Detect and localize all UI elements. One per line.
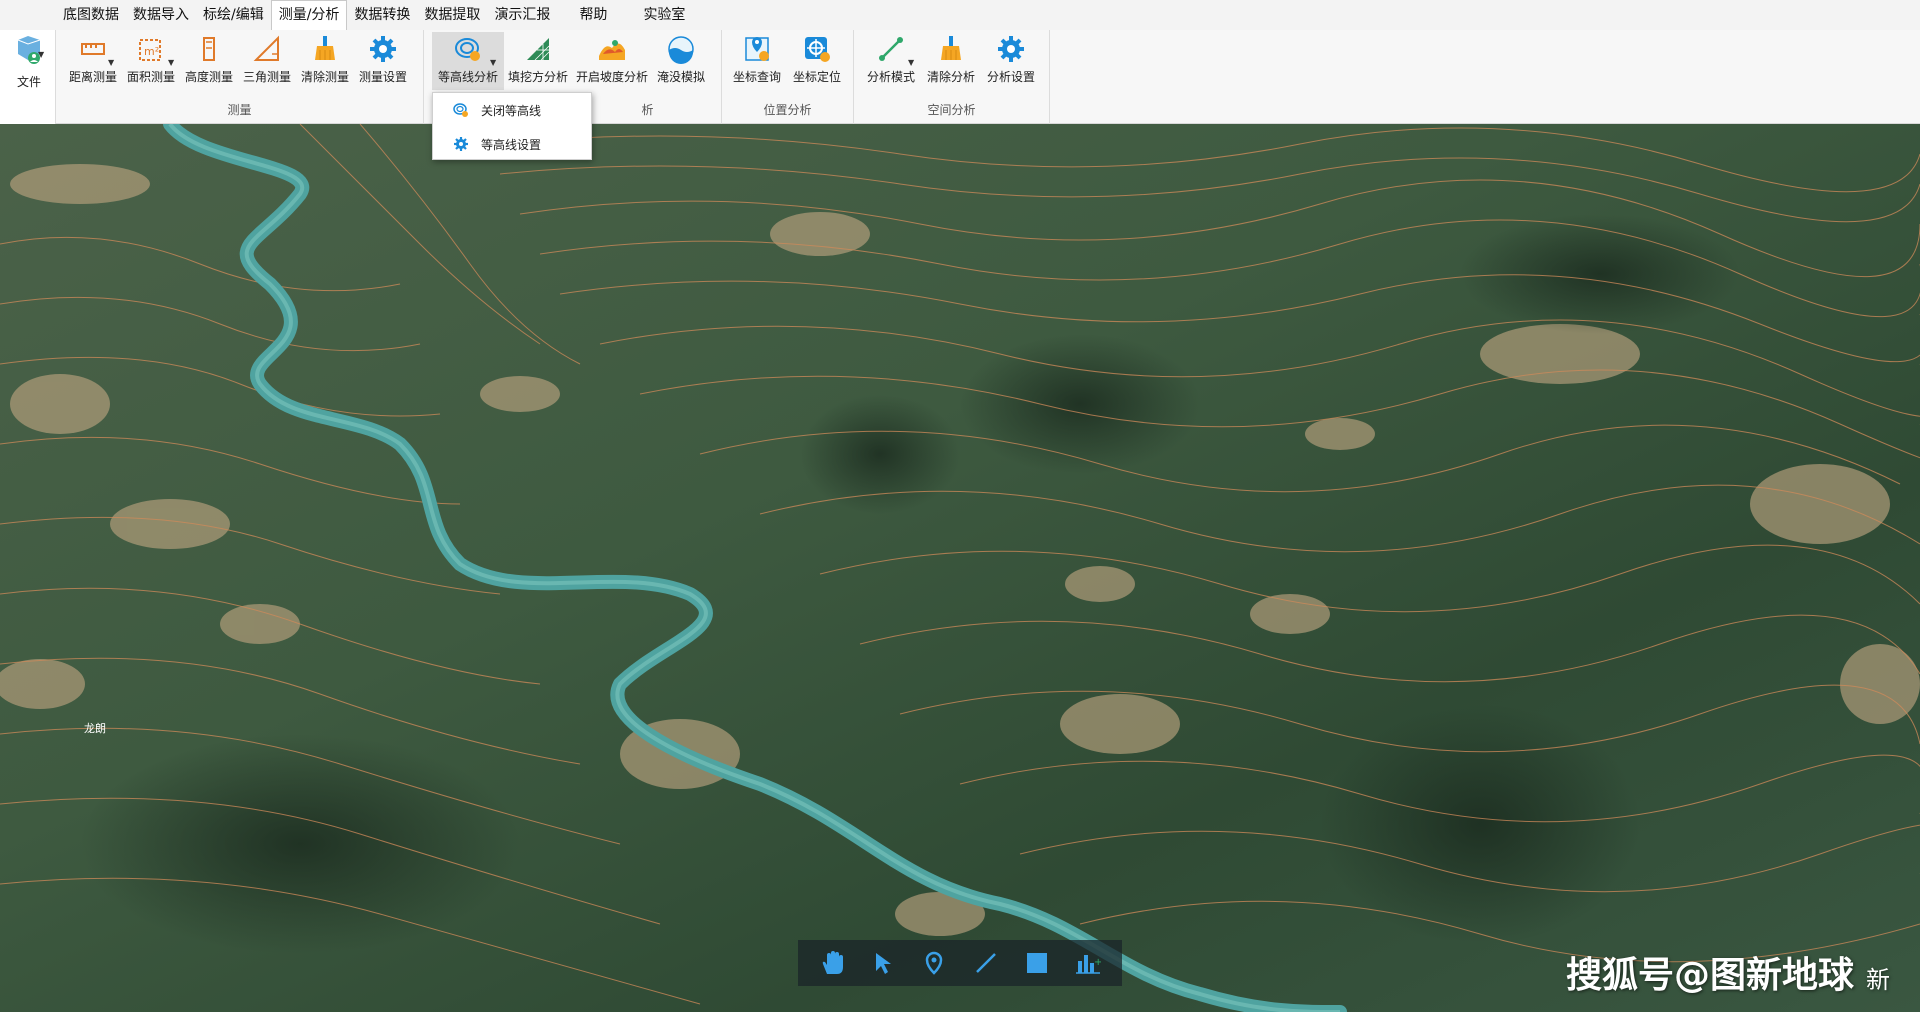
village-label: 龙朗 bbox=[84, 722, 106, 735]
file-button[interactable]: 文件 bbox=[6, 34, 52, 89]
contour-settings-menu-item[interactable]: 等高线设置 bbox=[433, 127, 591, 161]
analysis-mode-icon bbox=[879, 37, 903, 61]
height-measure-button[interactable]: 高度测量 bbox=[180, 32, 238, 90]
close-contour-label: 关闭等高线 bbox=[481, 103, 542, 118]
svg-text:+: + bbox=[1094, 957, 1101, 968]
line-draw-icon bbox=[975, 953, 996, 973]
menu-plot-edit[interactable]: 标绘/编辑 bbox=[196, 0, 271, 30]
measure-settings-button[interactable]: 测量设置 bbox=[354, 32, 412, 90]
file-panel: 文件 ▼ bbox=[0, 30, 56, 124]
clear-analysis-label: 清除分析 bbox=[926, 70, 975, 84]
distance-measure-label: 距离测量 bbox=[68, 70, 117, 84]
ribbon: 文件 ▼ 距离测量 ▼ m² 面积测量 ▼ 高度测量 三角测量 清除测量 测量设… bbox=[0, 30, 1920, 124]
menu-extract[interactable]: 数据提取 bbox=[417, 0, 487, 30]
measure-settings-label: 测量设置 bbox=[358, 70, 407, 84]
triangle-measure-button[interactable]: 三角测量 bbox=[238, 32, 296, 90]
cut-fill-analysis-button[interactable]: 填挖方分析 bbox=[504, 32, 572, 90]
file-label: 文件 bbox=[16, 75, 41, 89]
map-viewport[interactable]: 龙朗 bbox=[0, 124, 1920, 1012]
polygon-draw-button[interactable] bbox=[1021, 947, 1053, 979]
chart-add-button[interactable]: + bbox=[1072, 947, 1104, 979]
file-caret-icon[interactable]: ▼ bbox=[38, 50, 44, 59]
select-button[interactable] bbox=[867, 947, 899, 979]
watermark-tail: 新 bbox=[1866, 966, 1890, 994]
gear-icon bbox=[998, 36, 1024, 62]
coordinate-query-button[interactable]: 坐标查询 bbox=[728, 32, 786, 90]
contour-analysis-label: 等高线分析 bbox=[437, 70, 498, 84]
group-measure: 距离测量 ▼ m² 面积测量 ▼ 高度测量 三角测量 清除测量 测量设置 测量 bbox=[56, 30, 424, 124]
crosshair-icon bbox=[805, 37, 830, 62]
area-caret-icon[interactable]: ▼ bbox=[168, 58, 174, 67]
group-spatial-title: 空间分析 bbox=[927, 103, 976, 117]
flood-icon bbox=[668, 36, 694, 64]
analysis-settings-label: 分析设置 bbox=[986, 70, 1035, 84]
menu-lab[interactable]: 实验室 bbox=[629, 0, 699, 30]
menu-spacer bbox=[0, 0, 56, 30]
group-spatial: 分析模式 ▼ 清除分析 分析设置 空间分析 bbox=[854, 30, 1050, 124]
area-icon: m² bbox=[139, 39, 161, 61]
cut-fill-analysis-label: 填挖方分析 bbox=[507, 70, 568, 84]
cut-fill-icon bbox=[527, 38, 550, 61]
coordinate-locate-label: 坐标定位 bbox=[792, 70, 841, 84]
coordinate-query-icon bbox=[745, 37, 769, 61]
flood-simulation-label: 淹没模拟 bbox=[656, 70, 705, 84]
ruler-icon bbox=[81, 43, 105, 55]
select-pointer-icon bbox=[875, 953, 891, 974]
contour-dropdown-menu: 关闭等高线 等高线设置 bbox=[432, 92, 592, 160]
svg-text:m²: m² bbox=[144, 45, 159, 58]
placemark-icon bbox=[926, 951, 943, 975]
menu-help[interactable]: 帮助 bbox=[557, 0, 629, 30]
flood-simulation-button[interactable]: 淹没模拟 bbox=[652, 32, 710, 90]
broom-icon bbox=[941, 36, 961, 60]
height-measure-label: 高度测量 bbox=[184, 70, 233, 84]
polygon-draw-icon bbox=[1026, 953, 1047, 973]
coordinate-locate-button[interactable]: 坐标定位 bbox=[788, 32, 846, 90]
group-analysis-title: 析 bbox=[641, 103, 654, 117]
coordinate-query-label: 坐标查询 bbox=[732, 70, 781, 84]
contour-icon bbox=[455, 38, 480, 61]
group-location-title: 位置分析 bbox=[763, 103, 812, 117]
pan-hand-icon bbox=[822, 951, 843, 974]
contour-caret-icon[interactable]: ▼ bbox=[490, 58, 496, 67]
slope-analysis-label: 开启坡度分析 bbox=[575, 70, 648, 84]
slope-icon bbox=[599, 40, 625, 60]
menu-import[interactable]: 数据导入 bbox=[126, 0, 196, 30]
pan-button[interactable] bbox=[816, 947, 848, 979]
slope-analysis-button[interactable]: 开启坡度分析 bbox=[574, 32, 650, 90]
triangle-icon bbox=[253, 35, 279, 61]
close-contour-menu-item[interactable]: 关闭等高线 bbox=[433, 93, 591, 127]
gear-icon bbox=[370, 36, 396, 62]
area-measure-label: 面积测量 bbox=[126, 70, 175, 84]
line-draw-button[interactable] bbox=[970, 947, 1002, 979]
broom-icon bbox=[315, 36, 335, 60]
contour-settings-label: 等高线设置 bbox=[481, 137, 542, 152]
terrain-map[interactable]: 龙朗 bbox=[0, 124, 1920, 1012]
watermark: 搜狐号@图新地球 bbox=[1566, 955, 1855, 996]
analysis-mode-label: 分析模式 bbox=[866, 70, 915, 84]
triangle-measure-label: 三角测量 bbox=[242, 70, 291, 84]
clear-measure-button[interactable]: 清除测量 bbox=[296, 32, 354, 90]
chart-add-icon: + bbox=[1076, 955, 1101, 974]
menu-presentation[interactable]: 演示汇报 bbox=[487, 0, 557, 30]
gear-icon bbox=[454, 137, 468, 151]
clear-measure-label: 清除测量 bbox=[300, 70, 349, 84]
analysis-settings-button[interactable]: 分析设置 bbox=[982, 32, 1040, 90]
clear-analysis-button[interactable]: 清除分析 bbox=[922, 32, 980, 90]
height-icon bbox=[203, 37, 215, 61]
menu-bar: 底图数据 数据导入 标绘/编辑 测量/分析 数据转换 数据提取 演示汇报 帮助 … bbox=[0, 0, 1920, 30]
analysis-mode-caret-icon[interactable]: ▼ bbox=[908, 58, 914, 67]
menu-convert[interactable]: 数据转换 bbox=[347, 0, 417, 30]
menu-basemap[interactable]: 底图数据 bbox=[56, 0, 126, 30]
menu-measure-analysis[interactable]: 测量/分析 bbox=[270, 0, 348, 30]
placemark-button[interactable] bbox=[918, 947, 950, 979]
group-location: 坐标查询 坐标定位 位置分析 bbox=[722, 30, 854, 124]
distance-caret-icon[interactable]: ▼ bbox=[108, 58, 114, 67]
contour-icon bbox=[453, 103, 468, 117]
group-measure-title: 测量 bbox=[227, 103, 252, 117]
bottom-toolbar: + bbox=[798, 940, 1122, 986]
